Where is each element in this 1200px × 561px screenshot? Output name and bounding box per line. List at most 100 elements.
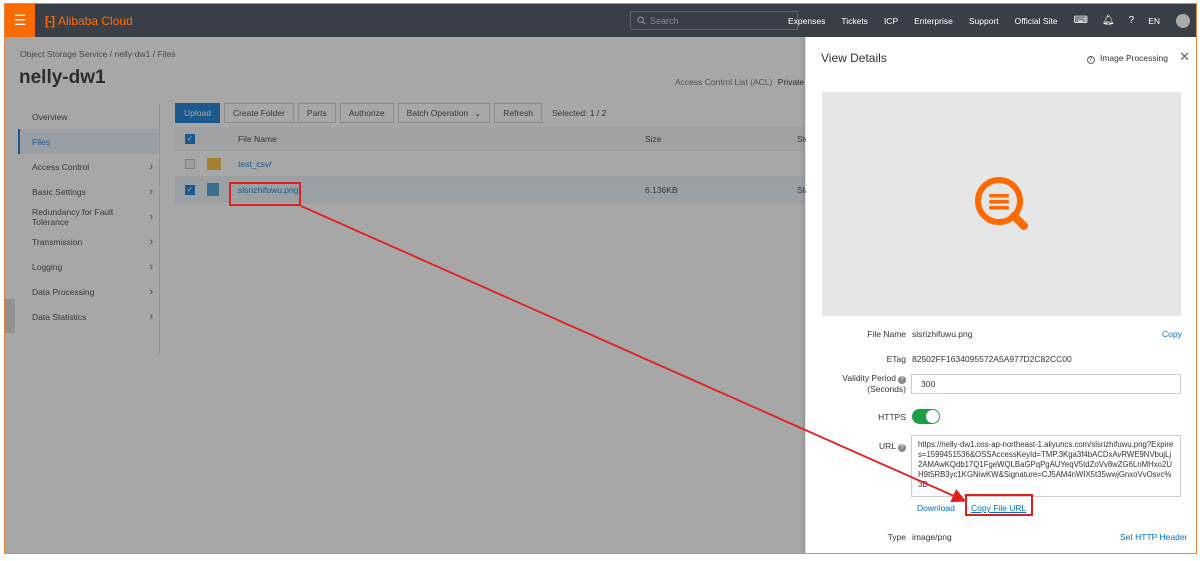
sidebar: Overview Files Access Control › Basic Set… bbox=[18, 104, 160, 354]
hamburger-menu-icon[interactable]: ☰ bbox=[5, 4, 35, 37]
terminal-icon[interactable]: ⌨ bbox=[1073, 15, 1087, 26]
chevron-right-icon: › bbox=[149, 285, 153, 298]
url-textarea[interactable]: https://nelly-dw1.oss-ap-northeast-1.ali… bbox=[911, 435, 1181, 497]
create-folder-button[interactable]: Create Folder bbox=[223, 103, 294, 123]
select-all-checkbox[interactable]: ✓ bbox=[185, 133, 195, 144]
nav-support[interactable]: Support bbox=[969, 16, 999, 26]
header-file-name: File Name bbox=[238, 133, 277, 144]
alibaba-cloud-logo[interactable]: [-] Alibaba Cloud bbox=[45, 14, 133, 28]
upload-button[interactable]: Upload bbox=[175, 103, 220, 123]
batch-operation-label: Batch Operation bbox=[406, 108, 469, 118]
refresh-button[interactable]: Refresh bbox=[494, 103, 542, 123]
search-icon bbox=[637, 16, 646, 25]
panel-title: View Details bbox=[821, 51, 887, 65]
download-link[interactable]: Download bbox=[917, 503, 955, 513]
parts-button[interactable]: Parts bbox=[297, 103, 336, 123]
close-icon[interactable]: ✕ bbox=[1179, 49, 1190, 65]
set-http-header-link[interactable]: Set HTTP Header bbox=[1120, 532, 1187, 542]
type-label: Type bbox=[887, 532, 906, 542]
sidebar-item-access-control[interactable]: Access Control › bbox=[18, 154, 159, 179]
type-value: image/png bbox=[912, 532, 952, 542]
validity-label-text: Validity Period bbox=[842, 373, 896, 383]
avatar[interactable] bbox=[1176, 13, 1190, 28]
chevron-down-icon: ⌄ bbox=[474, 107, 482, 118]
url-label-text: URL bbox=[878, 441, 896, 451]
main-content: Object Storage Service / nelly-dw1 / Fil… bbox=[5, 37, 810, 553]
nav-expenses[interactable]: Expenses bbox=[788, 16, 825, 26]
help-icon[interactable]: ? bbox=[1129, 15, 1135, 26]
sidebar-item-data-processing[interactable]: Data Processing › bbox=[18, 279, 159, 304]
copy-url-highlight-box bbox=[965, 494, 1033, 516]
https-toggle[interactable] bbox=[912, 409, 940, 424]
sidebar-item-logging[interactable]: Logging › bbox=[18, 254, 159, 279]
sidebar-item-redundancy[interactable]: Redundancy for Fault Tolerance › bbox=[18, 204, 159, 229]
selected-count: Selected: 1 / 2 bbox=[552, 108, 607, 118]
search-input[interactable]: Search bbox=[630, 11, 798, 30]
sidebar-item-label: Access Control bbox=[32, 161, 90, 172]
etag-label: ETag bbox=[886, 354, 906, 364]
view-details-panel: View Details ? Image Processing ✕ File N… bbox=[806, 37, 1196, 553]
file-name-link[interactable]: test_csv/ bbox=[238, 159, 272, 169]
sidebar-item-label: Data Statistics bbox=[32, 311, 87, 322]
search-placeholder: Search bbox=[650, 15, 679, 26]
acl-label: Access Control List (ACL) bbox=[675, 77, 773, 87]
app-window: ☰ [-] Alibaba Cloud Search Expenses Tick… bbox=[4, 3, 1197, 554]
sidebar-item-basic-settings[interactable]: Basic Settings › bbox=[18, 179, 159, 204]
help-icon: ? bbox=[898, 444, 906, 452]
file-name-value: slsrizhifuwu.png bbox=[912, 329, 973, 339]
breadcrumb[interactable]: Object Storage Service / nelly-dw1 / Fil… bbox=[20, 49, 175, 59]
language-switch[interactable]: EN bbox=[1148, 16, 1160, 26]
validity-label: Validity Period? (Seconds) bbox=[842, 373, 906, 395]
logo-mark-icon: [-] bbox=[45, 13, 55, 28]
validity-label-unit: (Seconds) bbox=[867, 384, 906, 394]
chevron-right-icon: › bbox=[149, 210, 153, 223]
top-nav: Expenses Tickets ICP Enterprise Support … bbox=[788, 4, 1196, 37]
sidebar-collapse-handle[interactable] bbox=[5, 299, 15, 333]
sidebar-item-label: Files bbox=[32, 136, 50, 147]
help-icon: ? bbox=[898, 376, 906, 384]
sidebar-item-label: Transmission bbox=[32, 236, 83, 247]
sidebar-item-label: Overview bbox=[32, 111, 68, 122]
nav-icp[interactable]: ICP bbox=[884, 16, 898, 26]
sidebar-item-label: Data Processing bbox=[32, 286, 95, 297]
row-checkbox[interactable] bbox=[185, 158, 195, 169]
image-processing-link[interactable]: ? Image Processing bbox=[1086, 53, 1168, 64]
top-bar: ☰ [-] Alibaba Cloud Search Expenses Tick… bbox=[5, 4, 1196, 37]
chevron-right-icon: › bbox=[149, 260, 153, 273]
chevron-right-icon: › bbox=[149, 310, 153, 323]
header-size: Size bbox=[645, 133, 662, 144]
chevron-right-icon: › bbox=[149, 185, 153, 198]
table-row[interactable]: test_csv/ bbox=[175, 151, 805, 177]
acl-info: Access Control List (ACL) Private bbox=[675, 77, 804, 87]
sidebar-item-overview[interactable]: Overview bbox=[18, 104, 159, 129]
batch-operation-button[interactable]: Batch Operation ⌄ bbox=[397, 103, 491, 123]
acl-value: Private bbox=[777, 77, 805, 87]
bell-icon[interactable]: 🔔︎ bbox=[1102, 15, 1115, 26]
sidebar-item-data-statistics[interactable]: Data Statistics › bbox=[18, 304, 159, 329]
logo-text: Alibaba Cloud bbox=[58, 13, 133, 28]
nav-enterprise[interactable]: Enterprise bbox=[914, 16, 953, 26]
authorize-button[interactable]: Authorize bbox=[339, 103, 394, 123]
table-header: ✓ File Name Size Sto bbox=[175, 127, 810, 151]
file-highlight-box bbox=[229, 182, 301, 206]
file-name-label: File Name bbox=[867, 329, 906, 339]
sls-logo-icon bbox=[974, 177, 1028, 230]
validity-period-input[interactable]: 300 bbox=[911, 374, 1181, 394]
sidebar-item-label: Basic Settings bbox=[32, 186, 86, 197]
sidebar-item-transmission[interactable]: Transmission › bbox=[18, 229, 159, 254]
image-file-icon bbox=[207, 183, 219, 196]
copy-file-name-link[interactable]: Copy bbox=[1162, 329, 1182, 339]
chevron-right-icon: › bbox=[149, 160, 153, 173]
nav-tickets[interactable]: Tickets bbox=[841, 16, 868, 26]
folder-icon bbox=[207, 157, 221, 170]
file-size: 6.136KB bbox=[645, 184, 678, 195]
row-checkbox[interactable]: ✓ bbox=[185, 184, 195, 195]
chevron-right-icon: › bbox=[149, 235, 153, 248]
page-title: nelly-dw1 bbox=[19, 67, 106, 88]
image-preview bbox=[822, 92, 1181, 316]
sidebar-item-files[interactable]: Files bbox=[18, 129, 159, 154]
nav-official-site[interactable]: Official Site bbox=[1015, 16, 1058, 26]
etag-value: 82502FF1634095572A5A977D2C82CC00 bbox=[912, 354, 1072, 364]
https-label: HTTPS bbox=[878, 412, 906, 422]
image-processing-label: Image Processing bbox=[1099, 53, 1168, 63]
